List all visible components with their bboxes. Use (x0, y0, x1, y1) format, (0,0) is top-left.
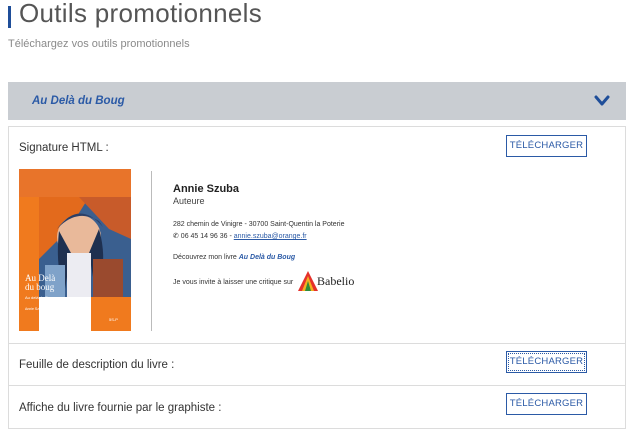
download-description-button[interactable]: TÉLÉCHARGER (506, 351, 587, 373)
download-signature-button[interactable]: TÉLÉCHARGER (506, 135, 587, 157)
author-contact: ✆ 06 45 14 96 36 - annie.szuba@orange.fr (173, 232, 307, 240)
cover-title-line2: du boug (25, 282, 55, 292)
download-poster-button[interactable]: TÉLÉCHARGER (506, 393, 587, 415)
row-label-signature: Signature HTML : (19, 142, 109, 154)
author-name: Annie Szuba (173, 183, 240, 195)
accordion-title: Au Delà du Boug (32, 95, 125, 107)
row-divider (9, 343, 625, 344)
cover-author: Annie Szuba (25, 307, 45, 311)
book-accordion-header[interactable]: Au Delà du Boug (8, 82, 626, 120)
cover-subtitle: Au delà du Boug (25, 295, 55, 300)
html-signature-preview: Au Delà du boug Au delà du Boug Annie Sz… (19, 169, 439, 331)
discover-prefix: Découvrez mon livre (173, 254, 239, 261)
author-role: Auteure (173, 196, 205, 206)
promo-tools-panel: Signature HTML : TÉLÉCHARGER Au Delà du … (8, 126, 626, 429)
author-phone: ✆ 06 45 14 96 36 - (173, 233, 234, 240)
signature-divider (151, 171, 152, 331)
babelio-logo[interactable]: Babelio (297, 270, 357, 292)
page-title: Outils promotionnels (19, 0, 262, 28)
chevron-down-icon[interactable] (594, 94, 610, 108)
author-email-link[interactable]: annie.szuba@orange.fr (234, 233, 307, 240)
babelio-icon (298, 271, 318, 291)
row-label-description-sheet: Feuille de description du livre : (19, 359, 175, 371)
book-title-link[interactable]: Au Delà du Boug (239, 254, 295, 261)
discover-book-line: Découvrez mon livre Au Delà du Boug (173, 254, 295, 261)
row-divider (9, 385, 625, 386)
page-subtitle: Téléchargez vos outils promotionnels (8, 38, 190, 50)
row-label-poster: Affiche du livre fournie par le graphist… (19, 402, 222, 414)
cover-publisher: 5S-P (109, 317, 118, 322)
title-accent-bar (8, 6, 11, 28)
book-cover-art: Au Delà du boug Au delà du Boug Annie Sz… (19, 169, 131, 331)
author-address: 282 chemin de Vinigre - 30700 Saint-Quen… (173, 221, 345, 228)
review-invite: Je vous invite à laisser une critique su… (173, 279, 294, 286)
book-cover-image: Au Delà du boug Au delà du Boug Annie Sz… (19, 169, 131, 331)
babelio-wordmark: Babelio (317, 274, 355, 288)
